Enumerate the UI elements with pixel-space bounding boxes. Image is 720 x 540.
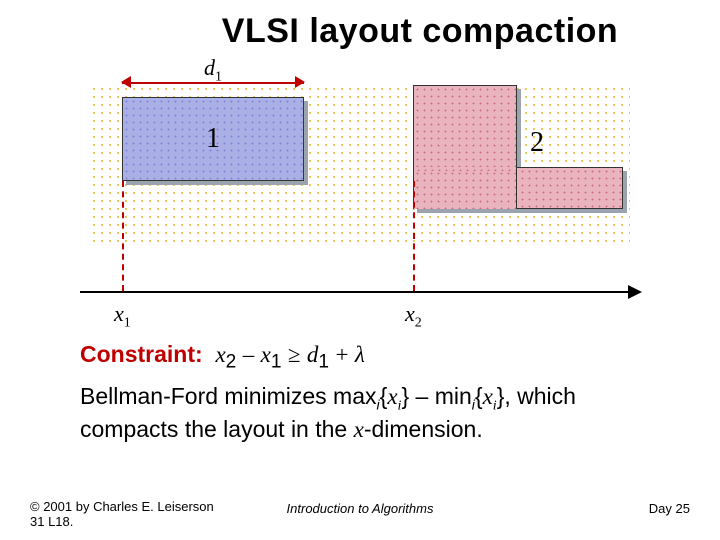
slide: VLSI layout compaction d1 1 2 x1 x2 Cons… [0,0,720,540]
constraint-lead: Constraint: [80,341,203,367]
x1-axis-label: x1 [114,301,131,331]
block-2-tower [413,85,517,209]
x2-axis-label: x2 [405,301,422,331]
x2-dropline [413,181,415,291]
arrowhead-right-icon [628,285,642,299]
d1-label: d1 [122,55,304,85]
d1-width-indicator: d1 [122,73,304,93]
block-1: 1 [122,97,304,181]
constraint-line: Constraint: x2 – x1 ≥ d1 + λ [80,341,684,374]
block-1-label: 1 [206,123,220,155]
lecture-number: 31 L18. [30,514,73,529]
vlsi-figure: d1 1 2 x1 x2 [80,63,640,333]
x1-dropline [122,181,124,291]
body-text: Bellman-Ford minimizes maxi{xi} – mini{x… [80,382,650,445]
block-2-label: 2 [530,127,544,159]
x-axis [80,291,640,293]
footer-center: Introduction to Algorithms [30,501,690,516]
constraint-expression: x2 – x1 ≥ d1 + λ [215,341,364,367]
slide-title: VLSI layout compaction [156,12,684,51]
footer-right: Day 25 [649,501,690,516]
